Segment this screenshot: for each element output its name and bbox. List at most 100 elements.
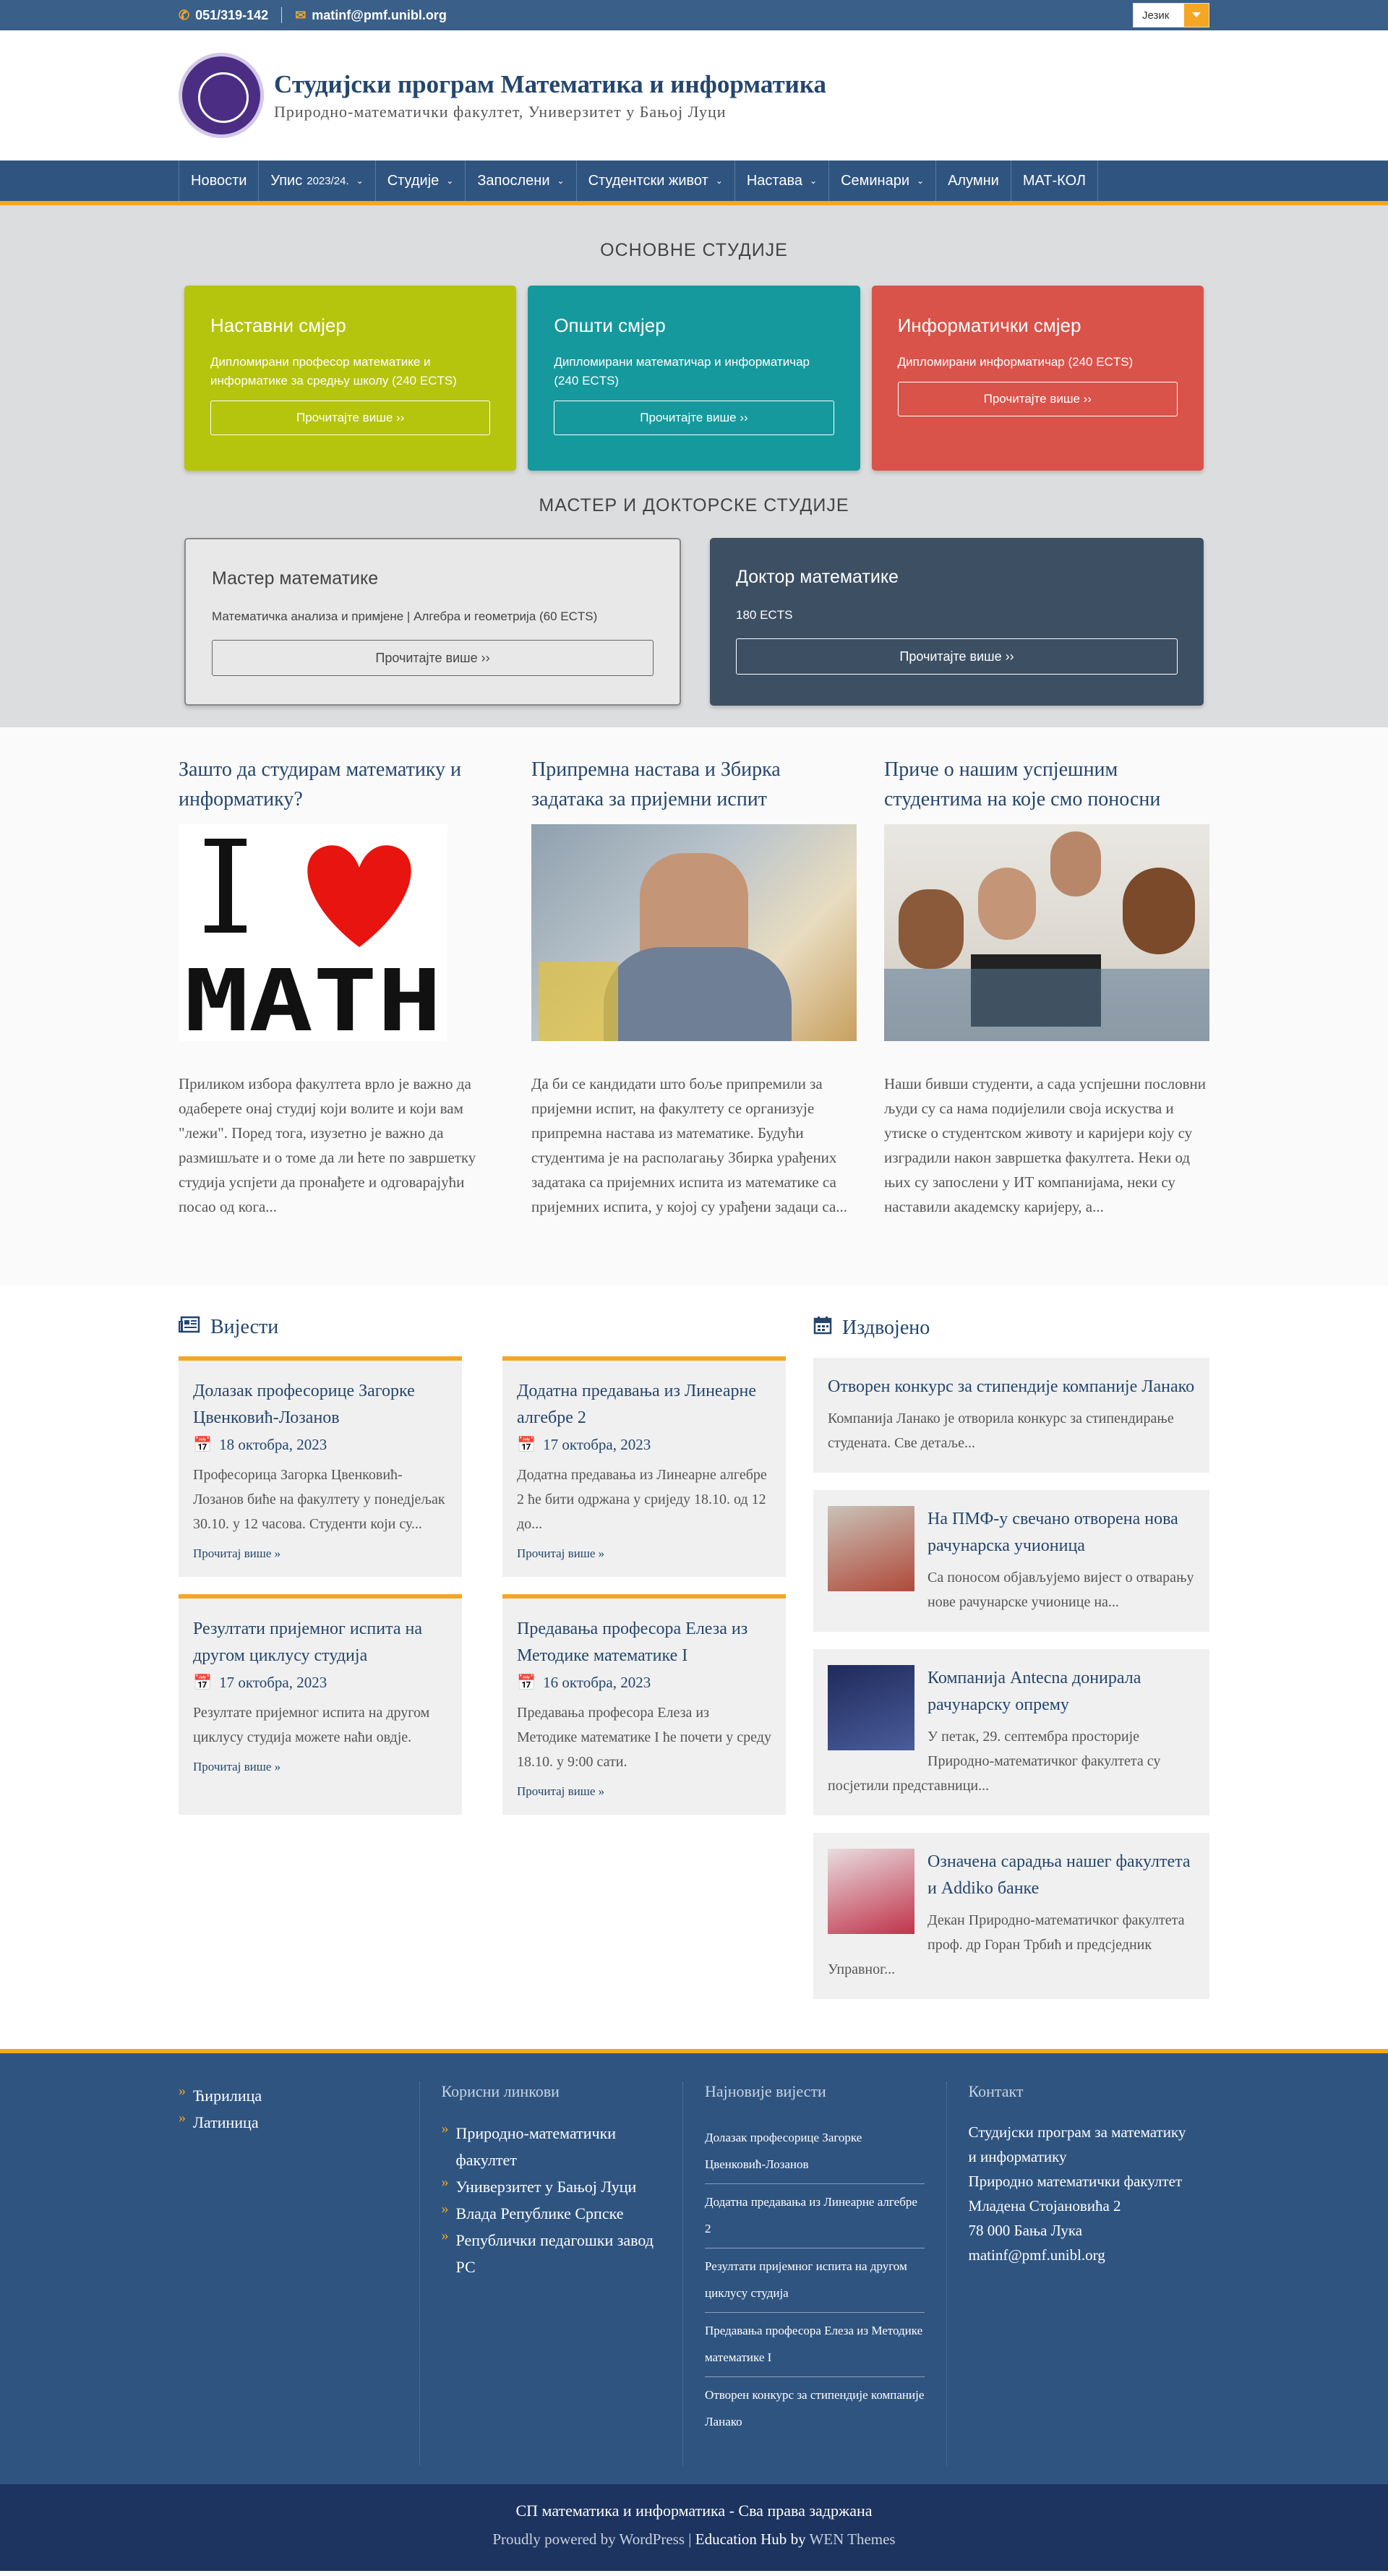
news-heading: Вијести — [179, 1316, 786, 1339]
news-title[interactable]: Предавања професора Елеза из Методике ма… — [517, 1616, 771, 1669]
university-logo[interactable] — [179, 53, 264, 138]
program-card-text: Дипломирани информатичар (240 ECTS) — [897, 355, 1134, 369]
nav-item[interactable]: Запослени ⌄ — [465, 161, 575, 201]
separator: | — [688, 2530, 695, 2548]
chevron-down-icon[interactable] — [1184, 4, 1209, 27]
footer-news-link[interactable]: Долазак професорице Загорке Цвенковић-Ло… — [705, 2120, 925, 2184]
footer-link[interactable]: Влада Републике Српске — [442, 2196, 661, 2227]
nav-item[interactable]: Упис 2023/24. ⌄ — [258, 161, 374, 201]
copyright-bar: СП математика и информатика - Сва права … — [0, 2484, 1388, 2571]
nav-item-label: Новости — [191, 172, 247, 189]
wordpress-link[interactable]: Proudly powered by WordPress — [492, 2530, 685, 2548]
featured-item: На ПМФ-у свечано отворена нова рачунарск… — [813, 1490, 1209, 1632]
nav-item[interactable]: Новости — [179, 161, 258, 201]
contact-line: Студијски програм за математику и информ… — [968, 2123, 1186, 2165]
site-title[interactable]: Студијски програм Математика и информати… — [274, 69, 826, 100]
calendar-icon: 📅 — [193, 1674, 213, 1691]
students-group-photo[interactable] — [884, 824, 1209, 1041]
featured-title[interactable]: Отворен конкурс за стипендије компаније … — [828, 1374, 1195, 1400]
footer-useful-links: Корисни линкови Природно-математички фак… — [419, 2082, 683, 2465]
news-date: 📅 17 октобра, 2023 — [193, 1674, 447, 1692]
footer-news-link[interactable]: Резултати пријемног испита на другом цик… — [705, 2248, 925, 2313]
news-date: 📅 17 октобра, 2023 — [517, 1436, 771, 1454]
read-more-button[interactable]: Прочитајте више ›› — [897, 382, 1178, 416]
contact-line: 78 000 Бања Лука — [968, 2222, 1083, 2239]
nav-item[interactable]: Студентски живот ⌄ — [575, 161, 734, 201]
read-more-button[interactable]: Прочитајте више ›› — [736, 638, 1178, 675]
top-bar: ✆ 051/319-142 ✉ matinf@pmf.unibl.org Јез… — [0, 0, 1388, 30]
nav-item[interactable]: Настава ⌄ — [734, 161, 828, 201]
read-more-button[interactable]: Прочитајте више ›› — [554, 401, 834, 435]
featured-item: Компанија Antecna донирала рачунарску оп… — [813, 1649, 1209, 1815]
nav-item-label: Студентски живот — [588, 172, 708, 189]
news-heading-label: Вијести — [210, 1316, 279, 1338]
chevron-down-icon: ⌄ — [715, 176, 723, 186]
featured-thumbnail[interactable] — [828, 1849, 914, 1934]
footer-news-link[interactable]: Отворен конкурс за стипендије компаније … — [705, 2377, 925, 2441]
nav-item-label: Настава — [746, 172, 802, 189]
powered-by: Proudly powered by WordPress | Education… — [0, 2530, 1388, 2549]
footer-latest-news: Најновије вијести Долазак професорице За… — [682, 2082, 946, 2465]
chevron-down-icon: ⌄ — [917, 176, 925, 186]
news-date-text: 17 октобра, 2023 — [219, 1674, 327, 1691]
featured-thumbnail[interactable] — [828, 1506, 914, 1591]
news-date-text: 17 октобра, 2023 — [543, 1436, 651, 1453]
theme-link[interactable]: Education Hub — [695, 2530, 787, 2548]
footer-news-link[interactable]: Додатна предавања из Линеарне алгебре 2 — [705, 2184, 925, 2248]
news-card: Долазак професорице Загорке Цвенковић-Ло… — [179, 1356, 462, 1577]
news-excerpt: Предавања професора Елеза из Методике ма… — [517, 1705, 771, 1770]
footer-link[interactable]: Универзитет у Бањој Луци — [442, 2169, 661, 2200]
news-excerpt: Додатна предавања из Линеарне алгебре 2 … — [517, 1467, 767, 1532]
phone-contact[interactable]: ✆ 051/319-142 — [179, 8, 268, 23]
footer-link[interactable]: Републички педагошки завод РС — [442, 2222, 661, 2280]
news-title[interactable]: Долазак професорице Загорке Цвенковић-Ло… — [193, 1378, 447, 1432]
feature-text: Да би се кандидати што боље припремили з… — [531, 1075, 848, 1215]
footer-link[interactable]: Природно-математички факултет — [442, 2115, 661, 2173]
newspaper-icon — [179, 1316, 200, 1339]
basic-studies-heading: ОСНОВНЕ СТУДИЈЕ — [600, 240, 788, 260]
feature-title[interactable]: Приче о нашим успјешним студентима на ко… — [884, 755, 1209, 814]
phone-icon: ✆ — [179, 7, 190, 22]
read-more-link[interactable]: Прочитај више » — [193, 1546, 280, 1560]
footer-latest-heading: Најновије вијести — [705, 2082, 826, 2100]
nav-item[interactable]: Алумни — [935, 161, 1011, 201]
footer-news-link[interactable]: Предавања професора Елеза из Методике ма… — [705, 2313, 925, 2377]
contact-email[interactable]: matinf@pmf.unibl.org — [969, 2243, 1188, 2267]
feature-title[interactable]: Зашто да студирам математику и информати… — [179, 755, 504, 814]
nav-item[interactable]: Семинари ⌄ — [828, 161, 935, 201]
nav-item-label: Запослени — [477, 172, 550, 189]
program-card-title: Мастер математике — [212, 568, 379, 589]
news-date: 📅 18 октобра, 2023 — [193, 1436, 447, 1454]
theme-author-link[interactable]: WEN Themes — [809, 2530, 895, 2548]
email-contact[interactable]: ✉ matinf@pmf.unibl.org — [295, 8, 447, 23]
feature-title[interactable]: Припремна настава и Збирка задатака за п… — [531, 755, 857, 814]
read-more-link[interactable]: Прочитај више » — [517, 1546, 604, 1560]
calendar-icon: 📅 — [517, 1436, 536, 1453]
student-studying-photo[interactable] — [531, 824, 857, 1041]
i-love-math-image[interactable]: MATH — [179, 824, 447, 1041]
read-more-link[interactable]: Прочитај више » — [193, 1760, 280, 1773]
read-more-link[interactable]: Прочитај више » — [517, 1784, 604, 1798]
featured-column: Издвојено Отворен конкурс за стипендије … — [813, 1316, 1209, 2016]
featured-thumbnail[interactable] — [828, 1665, 914, 1750]
copyright-text: СП математика и информатика - Сва права … — [515, 2502, 873, 2520]
language-link-cyrillic[interactable]: Ћирилица — [179, 2078, 398, 2109]
nav-item[interactable]: Студије ⌄ — [374, 161, 466, 201]
language-select[interactable]: Језик — [1133, 3, 1209, 27]
master-studies-heading: МАСТЕР И ДОКТОРСКЕ СТУДИЈЕ — [539, 495, 849, 515]
contact-line: Младена Стојановића 2 — [968, 2197, 1121, 2215]
read-more-label: Прочитај више — [193, 1546, 272, 1560]
featured-heading: Издвојено — [813, 1316, 1209, 1340]
read-more-button[interactable]: Прочитајте више ›› — [210, 401, 491, 435]
news-title[interactable]: Додатна предавања из Линеарне алгебре 2 — [517, 1378, 771, 1432]
nav-item-sublabel: 2023/24. — [307, 174, 349, 187]
news-title[interactable]: Резултати пријемног испита на другом цик… — [193, 1616, 447, 1669]
nav-item[interactable]: МАТ-КОЛ — [1010, 161, 1099, 201]
news-date: 📅 16 октобра, 2023 — [517, 1674, 771, 1692]
read-more-button[interactable]: Прочитајте више ›› — [212, 640, 654, 676]
double-chevron-right-icon: » — [274, 1760, 281, 1773]
feature-column: Припремна настава и Збирка задатака за п… — [531, 755, 857, 1219]
feature-column: Зашто да студирам математику и информати… — [179, 755, 504, 1219]
main-navigation: Новости Упис 2023/24. ⌄ Студије ⌄ Запослени ⌄ Ст… — [0, 161, 1388, 205]
language-link-latin[interactable]: Латиница — [179, 2105, 398, 2136]
